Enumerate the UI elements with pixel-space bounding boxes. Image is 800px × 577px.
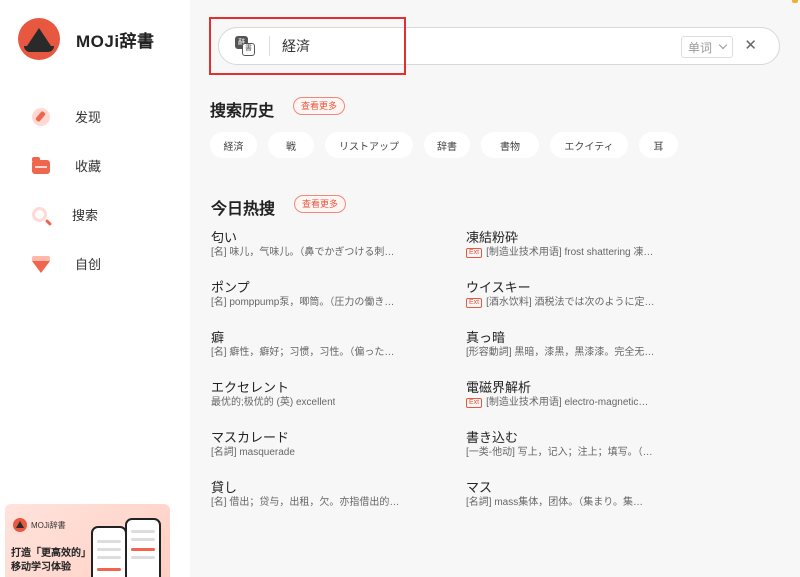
hot-item[interactable]: 電磁界解析 Ext [制造业技术用语] electro-magnetic… [466,380,721,430]
hot-title: 今日热搜 [211,201,276,218]
moji-logo-icon [18,18,60,60]
hot-definition: 最优的;极优的 (英) excellent [211,396,451,410]
hot-definition: [名] 癖性，癖好；习惯，习性。（偏った… [211,346,451,360]
hot-item[interactable]: 真っ暗 [形容動詞] 黑暗，漆黑，黑漆漆。完全无… [466,330,721,380]
hot-definition: [形容動詞] 黑暗，漆黑，黑漆漆。完全无… [466,346,706,360]
definition-text: [酒水饮料] 酒税法では次のように定… [486,297,655,308]
sidebar-item-label: 收藏 [75,159,102,174]
hot-more-button[interactable]: 查看更多 [294,195,347,213]
hot-definition: [名詞] mass集体，团体。（集まり。集… [466,496,706,510]
ext-badge: Ext [466,298,483,308]
moji-logo-icon [13,518,27,532]
create-icon [32,255,50,273]
hot-item[interactable]: 凍結粉砕 Ext [制造业技术用语] frost shattering 凍… [466,230,721,280]
promo-brand: MOJi辞書 [13,518,66,532]
history-chip[interactable]: エクイティ [550,132,628,158]
search-mode-select[interactable]: 单词 [680,36,733,58]
hot-word: 凍結粉砕 [466,230,519,245]
hot-word: 匂い [211,230,238,245]
sidebar-item-create[interactable]: 自创 [0,239,190,288]
divider [269,36,270,56]
history-more-button[interactable]: 查看更多 [293,97,346,115]
hot-item[interactable]: エクセレント 最优的;极优的 (英) excellent [211,380,466,430]
hot-item[interactable]: マス [名詞] mass集体，团体。（集まり。集… [466,480,721,530]
dictionary-icon[interactable]: 辭書 [235,36,255,56]
main-content: 辭書 单词 ✕ 搜索历史 查看更多 経済 戦 リストアップ 辞書 書物 エクイテ… [190,0,800,577]
promo-line1: 打造「更高效的」 [11,548,91,559]
history-title: 搜索历史 [210,103,275,120]
hot-definition: [名] pomppump泵，唧筒。（圧力の働き… [211,296,451,310]
hot-definition: [名] 味儿，气味儿。（鼻でかぎつける刺… [211,246,451,260]
phone-illustration [125,518,161,577]
hot-item[interactable]: ウイスキー Ext [酒水饮料] 酒税法では次のように定… [466,280,721,330]
hot-definition: [一类-他动] 写上，记入；注上；填写。（… [466,446,706,460]
promo-brand-name: MOJi辞書 [31,520,66,530]
hot-definition: Ext [酒水饮料] 酒税法では次のように定… [466,296,706,310]
definition-text: [形容動詞] 黑暗，漆黑，黑漆漆。完全无… [466,347,655,358]
brand[interactable]: MOJi辞書 [18,18,155,60]
definition-text: [名] pomppump泵，唧筒。（圧力の働き… [211,297,395,308]
definition-text: [名詞] masquerade [211,447,295,458]
definition-text: 最优的;极优的 (英) excellent [211,397,336,408]
hot-definition: Ext [制造业技术用语] electro-magnetic… [466,396,706,410]
hot-definition: [名] 借出；贷与，出租，欠。亦指借出的… [211,496,451,510]
hot-word: 貸し [211,480,238,495]
hot-word: ウイスキー [466,280,531,295]
hot-definition: Ext [制造业技术用语] frost shattering 凍… [466,246,706,260]
hot-word: マス [466,480,493,495]
close-icon[interactable]: ✕ [744,36,757,56]
history-chip[interactable]: 書物 [481,132,539,158]
history-chip[interactable]: リストアップ [325,132,413,158]
hot-word: マスカレード [211,430,290,445]
sidebar-nav: 发现 收藏 搜索 自创 [0,92,190,288]
history-list: 経済 戦 リストアップ 辞書 書物 エクイティ 耳 [210,132,689,158]
hot-definition: [名詞] masquerade [211,446,451,460]
history-chip[interactable]: 経済 [210,132,257,158]
hot-item[interactable]: 匂い [名] 味儿，气味儿。（鼻でかぎつける刺… [211,230,466,280]
ext-badge: Ext [466,248,483,258]
hot-word: 書き込む [466,430,519,445]
sidebar-item-discover[interactable]: 发现 [0,92,190,141]
definition-text: [名詞] mass集体，团体。（集まり。集… [466,497,644,508]
hot-list: 匂い [名] 味儿，气味儿。（鼻でかぎつける刺… 凍結粉砕 Ext [制造业技术用… [211,230,751,530]
sidebar-item-favorites[interactable]: 收藏 [0,141,190,190]
history-chip[interactable]: 耳 [639,132,678,158]
sidebar-item-label: 搜索 [72,208,99,223]
app-name: MOJi辞書 [76,31,155,51]
search-input[interactable] [282,38,662,54]
hot-item[interactable]: 癖 [名] 癖性，癖好；习惯，习性。（偏った… [211,330,466,380]
promo-banner[interactable]: MOJi辞書 打造「更高效的」 移动学习体验 [5,504,170,577]
chevron-down-icon [718,40,728,50]
definition-text: [制造业技术用语] frost shattering 凍… [486,247,654,258]
definition-text: [制造业技术用语] electro-magnetic… [486,397,649,408]
hot-item[interactable]: 書き込む [一类-他动] 写上，记入；注上；填写。（… [466,430,721,480]
history-chip[interactable]: 戦 [268,132,314,158]
definition-text: [名] 借出；贷与，出租，欠。亦指借出的… [211,497,400,508]
hot-word: エクセレント [211,380,290,395]
sidebar-item-label: 自创 [75,257,102,272]
search-icon [32,207,47,222]
favorites-icon [32,156,50,174]
hot-item[interactable]: ポンプ [名] pomppump泵，唧筒。（圧力の働き… [211,280,466,330]
sidebar-item-label: 发现 [75,110,102,125]
definition-text: [一类-他动] 写上，记入；注上；填写。（… [466,447,653,458]
discover-icon [32,107,50,126]
definition-text: [名] 癖性，癖好；习惯，习性。（偏った… [211,347,395,358]
hot-word: 電磁界解析 [466,380,532,395]
hot-word: 真っ暗 [466,330,506,345]
hot-item[interactable]: 貸し [名] 借出；贷与，出租，欠。亦指借出的… [211,480,466,530]
promo-line2: 移动学习体验 [11,562,71,573]
search-mode-label: 单词 [687,40,712,55]
phone-illustration [91,526,127,577]
sidebar: MOJi辞書 发现 收藏 搜索 自创 MOJi辞書 打造「更高效的」 移动学习体… [0,0,190,577]
hot-item[interactable]: マスカレード [名詞] masquerade [211,430,466,480]
search-bar: 辭書 单词 ✕ [218,27,780,65]
hot-word: 癖 [211,330,225,345]
definition-text: [名] 味儿，气味儿。（鼻でかぎつける刺… [211,247,395,258]
ext-badge: Ext [466,398,483,408]
history-chip[interactable]: 辞書 [424,132,470,158]
sidebar-item-search[interactable]: 搜索 [0,190,190,239]
corner-indicator [792,0,798,3]
hot-word: ポンプ [211,280,250,295]
